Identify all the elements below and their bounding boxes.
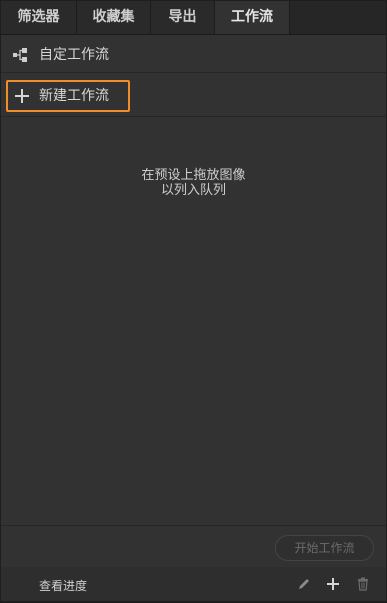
custom-workflow-label: 自定工作流 — [39, 47, 109, 63]
divider — [1, 525, 386, 526]
tab-export[interactable]: 导出 — [151, 1, 215, 34]
view-progress-link[interactable]: 查看进度 — [39, 577, 87, 594]
plus-icon[interactable] — [326, 577, 340, 591]
tab-bar: 筛选器 收藏集 导出 工作流 — [1, 1, 386, 35]
tab-collections[interactable]: 收藏集 — [77, 1, 151, 34]
drop-hint-line2: 以列入队列 — [160, 183, 226, 198]
pencil-icon[interactable] — [297, 577, 311, 591]
workflow-panel: 筛选器 收藏集 导出 工作流 自定工作流 新建工作流 在预设上拖放图像 以列入队… — [1, 1, 386, 601]
trash-icon[interactable] — [356, 577, 370, 591]
custom-workflow-row[interactable]: 自定工作流 — [1, 35, 386, 73]
plus-icon[interactable] — [15, 89, 29, 103]
footer-bar: 查看进度 — [1, 567, 386, 601]
tab-workflow[interactable]: 工作流 — [215, 1, 290, 34]
drop-hint: 在预设上拖放图像 以列入队列 — [1, 168, 386, 198]
workflow-icon — [13, 48, 27, 62]
start-workflow-button[interactable]: 开始工作流 — [275, 535, 374, 561]
drop-hint-line1: 在预设上拖放图像 — [141, 168, 246, 183]
tab-filters[interactable]: 筛选器 — [1, 1, 77, 34]
new-workflow-label[interactable]: 新建工作流 — [39, 85, 109, 105]
